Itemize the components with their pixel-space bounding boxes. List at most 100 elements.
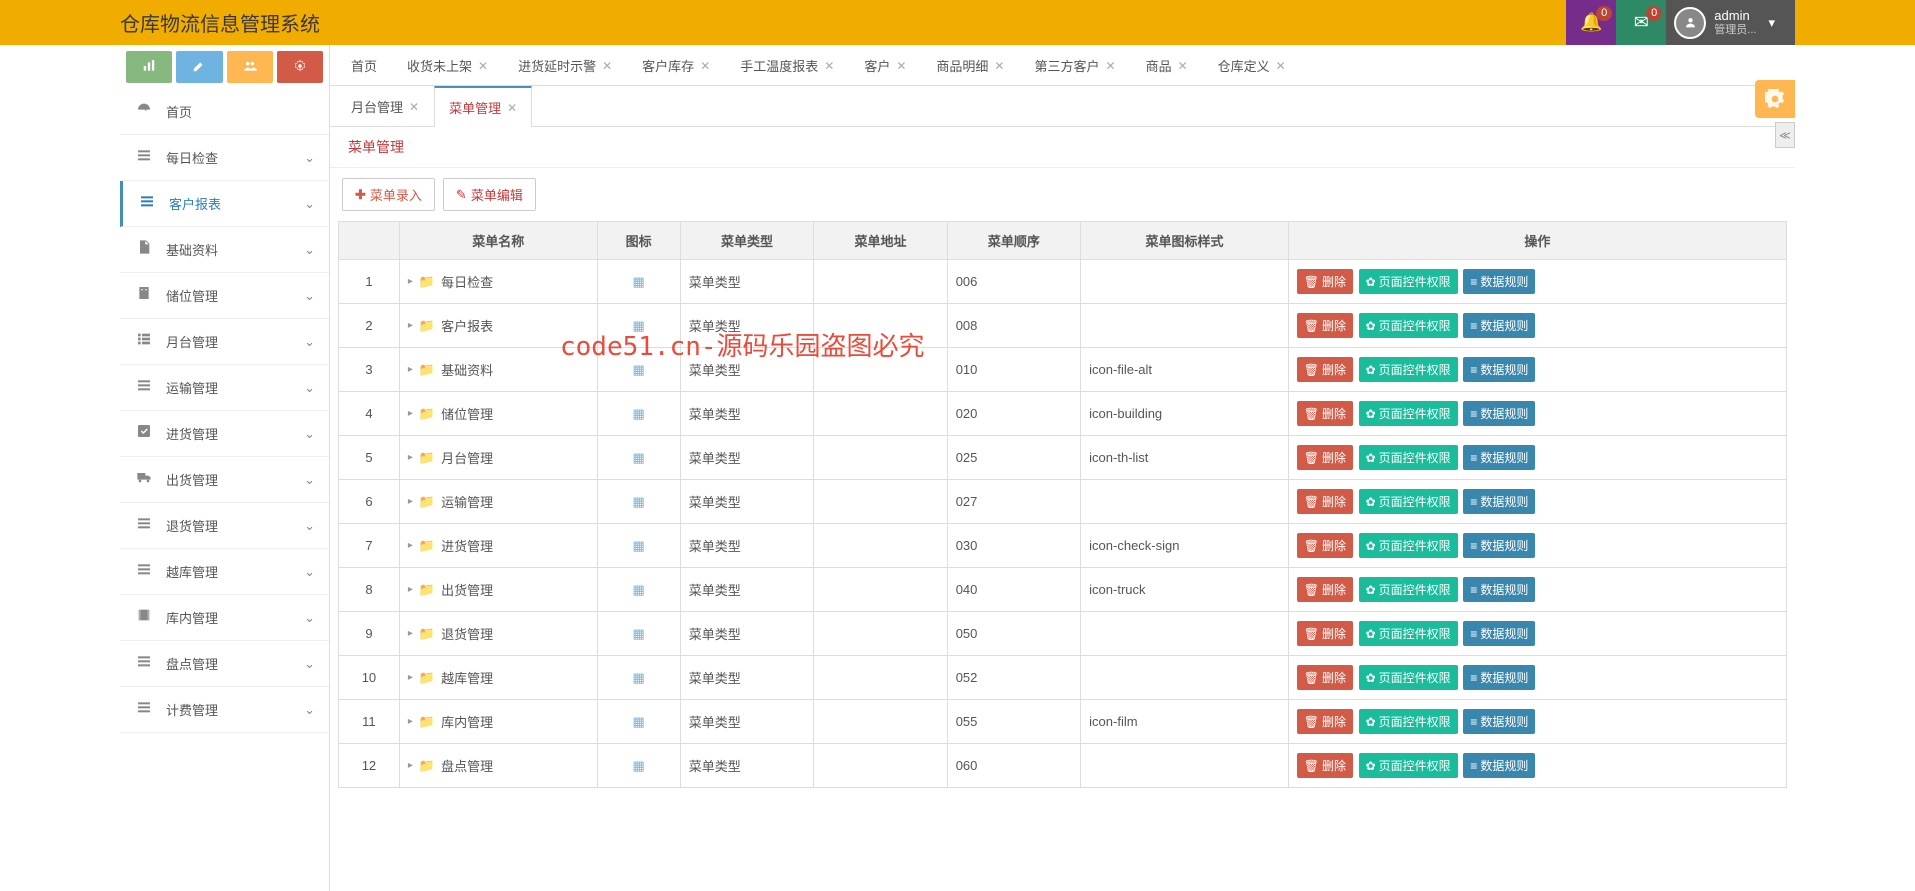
sidebar-item-5[interactable]: 月台管理⌄ (120, 319, 329, 365)
tree-expand-icon[interactable]: ▸ (408, 584, 413, 595)
data-rule-button[interactable]: ≡数据规则 (1463, 445, 1535, 470)
table-wrap[interactable]: code51.cn-源码乐园盗图必究 菜单名称图标菜单类型菜单地址菜单顺序菜单图… (330, 221, 1795, 891)
tree-expand-icon[interactable]: ▸ (408, 716, 413, 727)
data-rule-button[interactable]: ≡数据规则 (1463, 709, 1535, 734)
data-rule-button[interactable]: ≡数据规则 (1463, 753, 1535, 778)
close-icon[interactable]: ✕ (507, 101, 517, 115)
close-icon[interactable]: ✕ (478, 59, 488, 73)
close-icon[interactable]: ✕ (994, 59, 1004, 73)
tab-tabs1-1[interactable]: 收货未上架✕ (392, 45, 503, 85)
tab-tabs1-7[interactable]: 第三方客户✕ (1019, 45, 1130, 85)
tree-expand-icon[interactable]: ▸ (408, 364, 413, 375)
permission-button[interactable]: ✿页面控件权限 (1359, 621, 1458, 646)
sidebar-item-7[interactable]: 进货管理⌄ (120, 411, 329, 457)
edit-menu-button[interactable]: ✎菜单编辑 (443, 178, 536, 211)
permission-button[interactable]: ✿页面控件权限 (1359, 665, 1458, 690)
tree-expand-icon[interactable]: ▸ (408, 496, 413, 507)
close-icon[interactable]: ✕ (896, 59, 906, 73)
sidebar-item-1[interactable]: 每日检查⌄ (120, 135, 329, 181)
data-rule-button[interactable]: ≡数据规则 (1463, 401, 1535, 426)
data-rule-button[interactable]: ≡数据规则 (1463, 577, 1535, 602)
permission-button[interactable]: ✿页面控件权限 (1359, 445, 1458, 470)
action-stats[interactable] (126, 51, 172, 83)
close-icon[interactable]: ✕ (602, 59, 612, 73)
tab-tabs1-8[interactable]: 商品✕ (1131, 45, 1203, 85)
delete-button[interactable]: 🗑删除 (1297, 357, 1353, 382)
tree-expand-icon[interactable]: ▸ (408, 672, 413, 683)
data-rule-button[interactable]: ≡数据规则 (1463, 533, 1535, 558)
action-users[interactable] (227, 51, 273, 83)
tab-tabs2-0[interactable]: 月台管理✕ (336, 86, 434, 126)
tab-tabs1-0[interactable]: 首页 (336, 45, 392, 85)
data-rule-button[interactable]: ≡数据规则 (1463, 489, 1535, 514)
sidebar-item-6[interactable]: 运输管理⌄ (120, 365, 329, 411)
user-menu[interactable]: admin 管理员... ▾ (1666, 0, 1795, 45)
cell-addr (814, 260, 947, 304)
notifications-mail[interactable]: ✉ 0 (1616, 0, 1666, 45)
action-edit[interactable] (176, 51, 222, 83)
tree-expand-icon[interactable]: ▸ (408, 452, 413, 463)
delete-button[interactable]: 🗑删除 (1297, 533, 1353, 558)
sidebar-item-3[interactable]: 基础资料⌄ (120, 227, 329, 273)
delete-button[interactable]: 🗑删除 (1297, 401, 1353, 426)
folder-icon: 📁 (419, 538, 435, 554)
close-icon[interactable]: ✕ (824, 59, 834, 73)
delete-button[interactable]: 🗑删除 (1297, 313, 1353, 338)
sidebar-item-4[interactable]: 储位管理⌄ (120, 273, 329, 319)
permission-button[interactable]: ✿页面控件权限 (1359, 709, 1458, 734)
action-settings[interactable] (277, 51, 323, 83)
trash-icon: 🗑 (1304, 363, 1319, 377)
permission-button[interactable]: ✿页面控件权限 (1359, 753, 1458, 778)
delete-button[interactable]: 🗑删除 (1297, 489, 1353, 514)
close-icon[interactable]: ✕ (700, 59, 710, 73)
data-rule-button[interactable]: ≡数据规则 (1463, 621, 1535, 646)
sidebar-item-13[interactable]: 计费管理⌄ (120, 687, 329, 733)
settings-float-button[interactable] (1755, 80, 1795, 118)
close-icon[interactable]: ✕ (1178, 59, 1188, 73)
permission-button[interactable]: ✿页面控件权限 (1359, 357, 1458, 382)
permission-button[interactable]: ✿页面控件权限 (1359, 401, 1458, 426)
sidebar-item-2[interactable]: 客户报表⌄ (120, 181, 329, 227)
sidebar-item-8[interactable]: 出货管理⌄ (120, 457, 329, 503)
close-icon[interactable]: ✕ (1106, 59, 1116, 73)
permission-button[interactable]: ✿页面控件权限 (1359, 489, 1458, 514)
tree-expand-icon[interactable]: ▸ (408, 276, 413, 287)
sidebar-item-12[interactable]: 盘点管理⌄ (120, 641, 329, 687)
tab-tabs1-9[interactable]: 仓库定义✕ (1203, 45, 1301, 85)
sidebar-item-10[interactable]: 越库管理⌄ (120, 549, 329, 595)
delete-button[interactable]: 🗑删除 (1297, 621, 1353, 646)
sidebar-item-0[interactable]: 首页 (120, 89, 329, 135)
tab-tabs1-6[interactable]: 商品明细✕ (921, 45, 1019, 85)
data-rule-button[interactable]: ≡数据规则 (1463, 665, 1535, 690)
permission-button[interactable]: ✿页面控件权限 (1359, 313, 1458, 338)
data-rule-button[interactable]: ≡数据规则 (1463, 357, 1535, 382)
tree-expand-icon[interactable]: ▸ (408, 320, 413, 331)
delete-button[interactable]: 🗑删除 (1297, 753, 1353, 778)
delete-button[interactable]: 🗑删除 (1297, 445, 1353, 470)
collapse-float-button[interactable]: ≪ (1775, 122, 1795, 148)
delete-button[interactable]: 🗑删除 (1297, 577, 1353, 602)
sidebar-item-9[interactable]: 退货管理⌄ (120, 503, 329, 549)
notifications-bell[interactable]: 🔔 0 (1566, 0, 1616, 45)
tree-expand-icon[interactable]: ▸ (408, 540, 413, 551)
tab-tabs1-2[interactable]: 进货延时示警✕ (503, 45, 627, 85)
delete-button[interactable]: 🗑删除 (1297, 665, 1353, 690)
tab-tabs1-4[interactable]: 手工温度报表✕ (725, 45, 849, 85)
close-icon[interactable]: ✕ (409, 100, 419, 114)
data-rule-button[interactable]: ≡数据规则 (1463, 313, 1535, 338)
tree-expand-icon[interactable]: ▸ (408, 760, 413, 771)
permission-button[interactable]: ✿页面控件权限 (1359, 577, 1458, 602)
data-rule-button[interactable]: ≡数据规则 (1463, 269, 1535, 294)
delete-button[interactable]: 🗑删除 (1297, 709, 1353, 734)
close-icon[interactable]: ✕ (1276, 59, 1286, 73)
tab-tabs2-1[interactable]: 菜单管理✕ (434, 86, 532, 127)
tree-expand-icon[interactable]: ▸ (408, 408, 413, 419)
tab-tabs1-5[interactable]: 客户✕ (849, 45, 921, 85)
delete-button[interactable]: 🗑删除 (1297, 269, 1353, 294)
add-menu-button[interactable]: ✚菜单录入 (342, 178, 435, 211)
sidebar-item-11[interactable]: 库内管理⌄ (120, 595, 329, 641)
permission-button[interactable]: ✿页面控件权限 (1359, 269, 1458, 294)
permission-button[interactable]: ✿页面控件权限 (1359, 533, 1458, 558)
tab-tabs1-3[interactable]: 客户库存✕ (627, 45, 725, 85)
tree-expand-icon[interactable]: ▸ (408, 628, 413, 639)
